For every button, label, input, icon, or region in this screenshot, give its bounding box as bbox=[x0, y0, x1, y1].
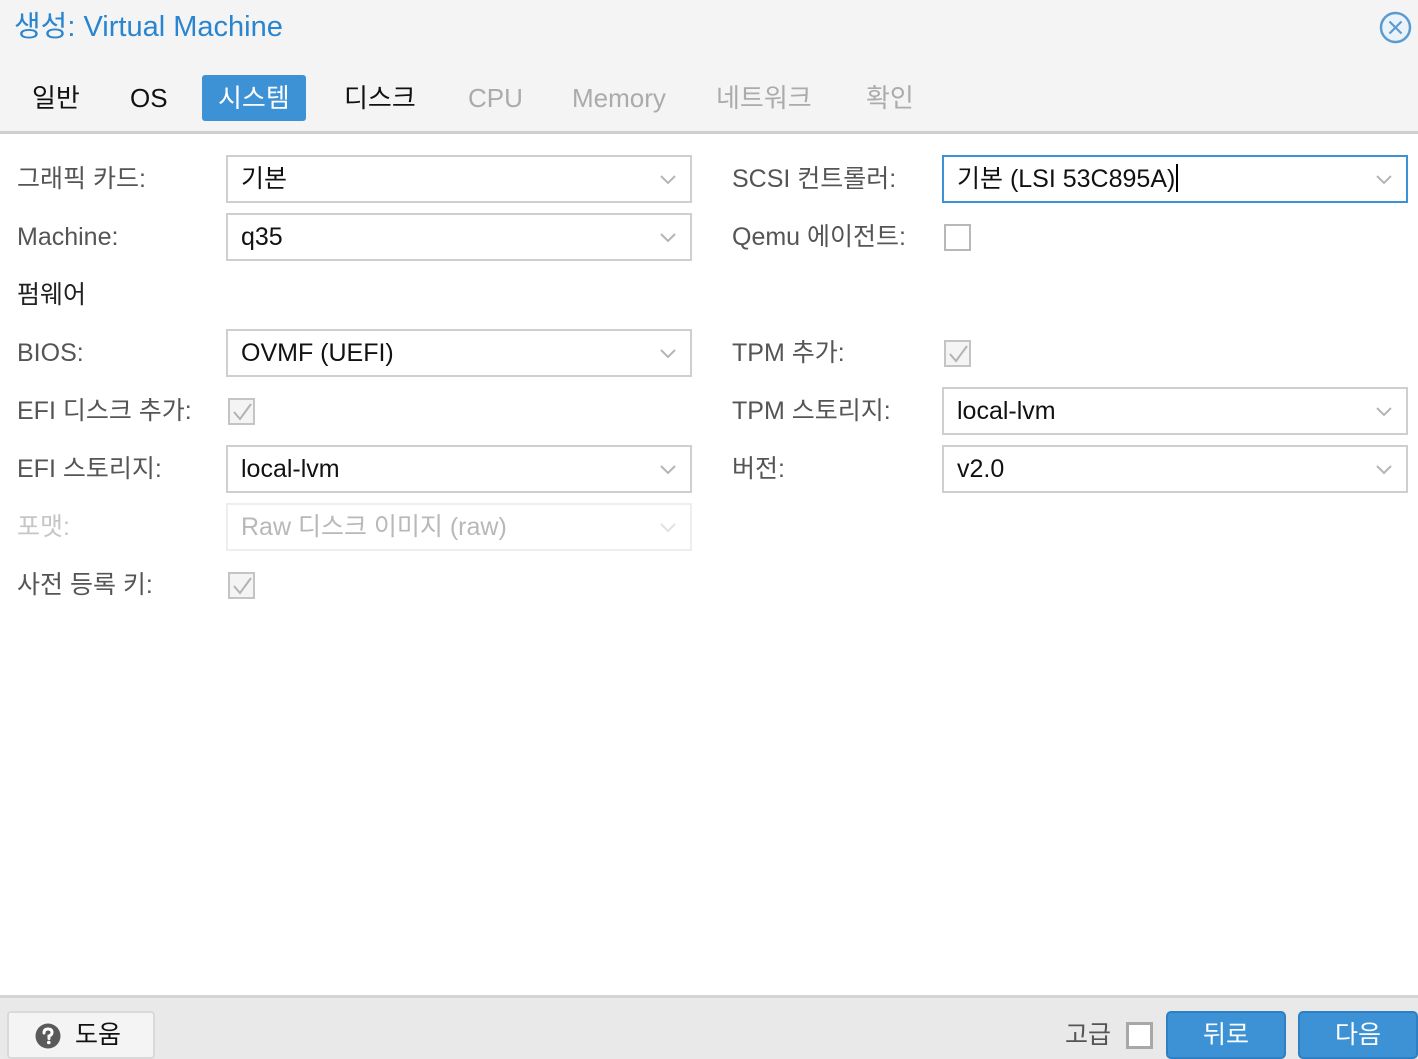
help-label: 도움 bbox=[75, 1021, 122, 1049]
chevron-down-icon bbox=[1376, 465, 1392, 475]
tpm-add-label: TPM 추가: bbox=[732, 339, 845, 367]
tab-memory[interactable]: Memory bbox=[556, 75, 682, 121]
qemu-agent-label: Qemu 에이전트: bbox=[732, 223, 906, 251]
dialog-header: 생성: Virtual Machine 일반 OS 시스템 디스크 CPU Me… bbox=[0, 0, 1418, 134]
efi-disk-add-checkbox[interactable] bbox=[228, 398, 255, 425]
efi-storage-value: local-lvm bbox=[241, 455, 340, 483]
tpm-storage-label: TPM 스토리지: bbox=[732, 397, 891, 425]
checkmark-icon bbox=[233, 403, 252, 421]
bios-select[interactable]: OVMF (UEFI) bbox=[226, 329, 692, 377]
efi-storage-select[interactable]: local-lvm bbox=[226, 445, 692, 493]
pre-enrolled-keys-label: 사전 등록 키: bbox=[17, 571, 153, 599]
scsi-controller-value-wrap: 기본 (LSI 53C895A) bbox=[957, 157, 1179, 201]
format-value: Raw 디스크 이미지 (raw) bbox=[241, 513, 507, 541]
text-cursor bbox=[1176, 164, 1179, 192]
machine-select[interactable]: q35 bbox=[226, 213, 692, 261]
tab-os[interactable]: OS bbox=[114, 75, 184, 121]
graphics-card-label: 그래픽 카드: bbox=[17, 165, 146, 193]
bios-value: OVMF (UEFI) bbox=[241, 339, 394, 367]
checkmark-icon bbox=[233, 577, 252, 595]
dialog-footer: 도움 고급 뒤로 다음 bbox=[0, 995, 1418, 1059]
chevron-down-icon bbox=[1376, 407, 1392, 417]
chevron-down-icon bbox=[1376, 175, 1392, 185]
tab-general[interactable]: 일반 bbox=[16, 75, 96, 121]
scsi-controller-value: 기본 (LSI 53C895A) bbox=[957, 165, 1176, 193]
graphics-card-value: 기본 bbox=[241, 165, 288, 193]
bios-label: BIOS: bbox=[17, 339, 84, 367]
version-select[interactable]: v2.0 bbox=[942, 445, 1408, 493]
close-circle-icon bbox=[1379, 11, 1412, 44]
tpm-add-checkbox[interactable] bbox=[944, 340, 971, 367]
format-select[interactable]: Raw 디스크 이미지 (raw) bbox=[226, 503, 692, 551]
advanced-label: 고급 bbox=[1065, 1021, 1112, 1049]
scsi-controller-label: SCSI 컨트롤러: bbox=[732, 165, 897, 193]
dialog-title: 생성: Virtual Machine bbox=[14, 11, 283, 43]
machine-value: q35 bbox=[241, 223, 283, 251]
tab-disk[interactable]: 디스크 bbox=[328, 75, 432, 121]
chevron-down-icon bbox=[660, 233, 676, 243]
chevron-down-icon bbox=[660, 465, 676, 475]
graphics-card-select[interactable]: 기본 bbox=[226, 155, 692, 203]
format-label: 포맷: bbox=[17, 513, 70, 541]
machine-label: Machine: bbox=[17, 223, 119, 251]
back-button[interactable]: 뒤로 bbox=[1166, 1011, 1286, 1059]
chevron-down-icon bbox=[660, 175, 676, 185]
qemu-agent-checkbox[interactable] bbox=[944, 224, 971, 251]
tab-network[interactable]: 네트워크 bbox=[700, 75, 828, 121]
question-circle-icon bbox=[35, 1023, 61, 1049]
tab-system[interactable]: 시스템 bbox=[202, 75, 306, 121]
help-button[interactable]: 도움 bbox=[7, 1011, 155, 1059]
efi-disk-add-label: EFI 디스크 추가: bbox=[17, 397, 192, 425]
close-button[interactable] bbox=[1379, 11, 1412, 44]
checkmark-icon bbox=[949, 345, 968, 363]
next-button[interactable]: 다음 bbox=[1298, 1011, 1418, 1059]
advanced-checkbox[interactable] bbox=[1126, 1022, 1153, 1049]
scsi-controller-select[interactable]: 기본 (LSI 53C895A) bbox=[942, 155, 1408, 203]
pre-enrolled-keys-checkbox[interactable] bbox=[228, 572, 255, 599]
version-value: v2.0 bbox=[957, 455, 1005, 483]
tab-cpu[interactable]: CPU bbox=[452, 75, 539, 121]
chevron-down-icon bbox=[660, 523, 676, 533]
firmware-section-heading: 펌웨어 bbox=[17, 281, 87, 309]
tpm-storage-select[interactable]: local-lvm bbox=[942, 387, 1408, 435]
tpm-storage-value: local-lvm bbox=[957, 397, 1056, 425]
version-label: 버전: bbox=[732, 455, 785, 483]
tab-confirm[interactable]: 확인 bbox=[850, 75, 930, 121]
chevron-down-icon bbox=[660, 349, 676, 359]
efi-storage-label: EFI 스토리지: bbox=[17, 455, 162, 483]
